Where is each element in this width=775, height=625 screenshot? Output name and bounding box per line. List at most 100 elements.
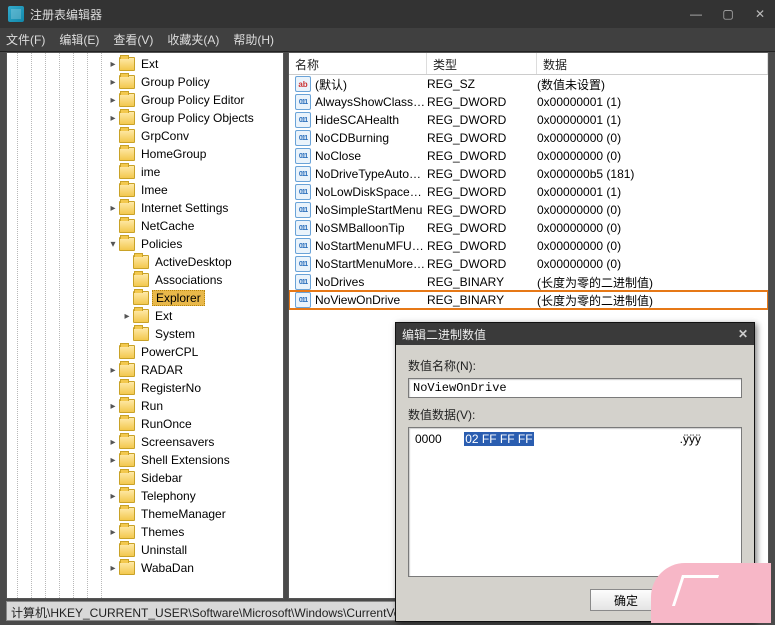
value-row[interactable]: 011AlwaysShowClassic...REG_DWORD0x000000… — [289, 93, 768, 111]
value-row[interactable]: 011NoSimpleStartMenuREG_DWORD0x00000000 … — [289, 201, 768, 219]
minimize-button[interactable]: — — [689, 7, 703, 21]
tree-item[interactable]: ▸Group Policy Editor — [9, 91, 283, 109]
maximize-button[interactable]: ▢ — [721, 7, 735, 21]
tree-item[interactable]: ▾Policies — [9, 235, 283, 253]
dialog-titlebar[interactable]: 编辑二进制数值 ✕ — [396, 323, 754, 345]
value-row[interactable]: 011HideSCAHealthREG_DWORD0x00000001 (1) — [289, 111, 768, 129]
col-name[interactable]: 名称 — [289, 53, 427, 74]
folder-icon — [119, 237, 135, 251]
col-data[interactable]: 数据 — [537, 53, 768, 74]
tree-item[interactable]: ▸ Screensavers — [9, 433, 283, 451]
dialog-close-icon[interactable]: ✕ — [738, 327, 748, 341]
tree-twisty-icon[interactable]: ▸ — [107, 563, 119, 574]
tree-item[interactable]: ▸Group Policy Objects — [9, 109, 283, 127]
value-type: REG_DWORD — [427, 257, 537, 271]
value-type: REG_DWORD — [427, 131, 537, 145]
tree-label: Ext — [152, 309, 175, 323]
close-button[interactable]: ✕ — [753, 7, 767, 21]
tree-item[interactable]: ▸ Ext — [9, 307, 283, 325]
binary-value-icon: 011 — [295, 94, 311, 110]
tree-item[interactable]: NetCache — [9, 217, 283, 235]
value-row[interactable]: 011NoLowDiskSpaceCh...REG_DWORD0x0000000… — [289, 183, 768, 201]
tree-item[interactable]: ▸Telephony — [9, 487, 283, 505]
menu-file[interactable]: 文件(F) — [6, 31, 45, 48]
value-type: REG_DWORD — [427, 185, 537, 199]
tree-label: Themes — [138, 525, 187, 539]
value-row[interactable]: 011NoStartMenuMFUpr...REG_DWORD0x0000000… — [289, 237, 768, 255]
value-row[interactable]: 011NoDrivesREG_BINARY(长度为零的二进制值) — [289, 273, 768, 291]
binary-value-icon: 011 — [295, 256, 311, 272]
col-type[interactable]: 类型 — [427, 53, 537, 74]
value-type: REG_DWORD — [427, 221, 537, 235]
tree-twisty-icon[interactable]: ▸ — [107, 203, 119, 214]
tree-item[interactable]: System — [9, 325, 283, 343]
registry-tree[interactable]: ▸Ext▸Group Policy▸Group Policy Editor▸Gr… — [7, 53, 283, 598]
value-row[interactable]: 011NoDriveTypeAutoRunREG_DWORD0x000000b5… — [289, 165, 768, 183]
value-row[interactable]: 011NoViewOnDriveREG_BINARY(长度为零的二进制值) — [289, 291, 768, 309]
tree-twisty-icon[interactable]: ▸ — [107, 365, 119, 376]
tree-item[interactable]: ▸WabaDan — [9, 559, 283, 577]
value-row[interactable]: ab(默认)REG_SZ(数值未设置) — [289, 75, 768, 93]
tree-label: Screensavers — [138, 435, 217, 449]
menu-favorites[interactable]: 收藏夹(A) — [167, 31, 219, 48]
tree-item[interactable]: Sidebar — [9, 469, 283, 487]
tree-label: Internet Settings — [138, 201, 231, 215]
binary-value-icon: 011 — [295, 130, 311, 146]
dialog-title: 编辑二进制数值 — [402, 326, 738, 343]
tree-item[interactable]: ▸Ext — [9, 55, 283, 73]
hex-bytes[interactable]: 02 FF FF FF — [464, 432, 533, 446]
menu-edit[interactable]: 编辑(E) — [59, 31, 99, 48]
tree-twisty-icon[interactable]: ▸ — [107, 95, 119, 106]
tree-item[interactable]: RunOnce — [9, 415, 283, 433]
tree-label: Uninstall — [138, 543, 190, 557]
tree-label: Run — [138, 399, 166, 413]
value-name: (默认) — [315, 76, 427, 93]
value-row[interactable]: 011NoCloseREG_DWORD0x00000000 (0) — [289, 147, 768, 165]
tree-item[interactable]: PowerCPL — [9, 343, 283, 361]
tree-item[interactable]: ThemeManager — [9, 505, 283, 523]
hex-editor[interactable]: 0000 02 FF FF FF .ÿÿÿ — [408, 427, 742, 577]
tree-item[interactable]: ▸ Run — [9, 397, 283, 415]
tree-twisty-icon[interactable]: ▸ — [107, 437, 119, 448]
tree-twisty-icon[interactable]: ▸ — [121, 311, 133, 322]
tree-item[interactable]: HomeGroup — [9, 145, 283, 163]
tree-twisty-icon[interactable]: ▾ — [107, 239, 119, 250]
app-icon — [8, 6, 24, 22]
value-row[interactable]: 011NoSMBalloonTipREG_DWORD0x00000000 (0) — [289, 219, 768, 237]
tree-item[interactable]: Associations — [9, 271, 283, 289]
tree-label: Associations — [152, 273, 225, 287]
tree-label: Shell Extensions — [138, 453, 233, 467]
tree-item[interactable]: ▸Group Policy — [9, 73, 283, 91]
tree-item[interactable]: GrpConv — [9, 127, 283, 145]
tree-twisty-icon[interactable]: ▸ — [107, 455, 119, 466]
tree-twisty-icon[interactable]: ▸ — [107, 77, 119, 88]
tree-item[interactable]: ▸ Internet Settings — [9, 199, 283, 217]
tree-twisty-icon[interactable]: ▸ — [107, 491, 119, 502]
menu-view[interactable]: 查看(V) — [113, 31, 153, 48]
value-data: 0x00000000 (0) — [537, 131, 768, 145]
tree-item[interactable]: ime — [9, 163, 283, 181]
value-name: NoDriveTypeAutoRun — [315, 167, 427, 181]
value-row[interactable]: 011NoStartMenuMoreP...REG_DWORD0x0000000… — [289, 255, 768, 273]
value-name-field[interactable] — [408, 378, 742, 398]
tree-twisty-icon[interactable]: ▸ — [107, 401, 119, 412]
tree-twisty-icon[interactable]: ▸ — [107, 113, 119, 124]
tree-item[interactable]: Explorer — [9, 289, 283, 307]
tree-pane: ▸Ext▸Group Policy▸Group Policy Editor▸Gr… — [6, 52, 284, 599]
tree-item[interactable]: ▸ Themes — [9, 523, 283, 541]
tree-twisty-icon[interactable]: ▸ — [107, 527, 119, 538]
menu-help[interactable]: 帮助(H) — [233, 31, 274, 48]
tree-item[interactable]: Imee — [9, 181, 283, 199]
value-type: REG_BINARY — [427, 293, 537, 307]
tree-item[interactable]: ▸RADAR — [9, 361, 283, 379]
tree-item[interactable]: ActiveDesktop — [9, 253, 283, 271]
folder-icon — [119, 111, 135, 125]
tree-item[interactable]: Uninstall — [9, 541, 283, 559]
tree-twisty-icon[interactable]: ▸ — [107, 59, 119, 70]
value-type: REG_DWORD — [427, 239, 537, 253]
tree-item[interactable]: RegisterNo — [9, 379, 283, 397]
tree-item[interactable]: ▸ Shell Extensions — [9, 451, 283, 469]
tree-label: ActiveDesktop — [152, 255, 235, 269]
value-data-label: 数值数据(V): — [408, 406, 742, 423]
value-row[interactable]: 011NoCDBurningREG_DWORD0x00000000 (0) — [289, 129, 768, 147]
